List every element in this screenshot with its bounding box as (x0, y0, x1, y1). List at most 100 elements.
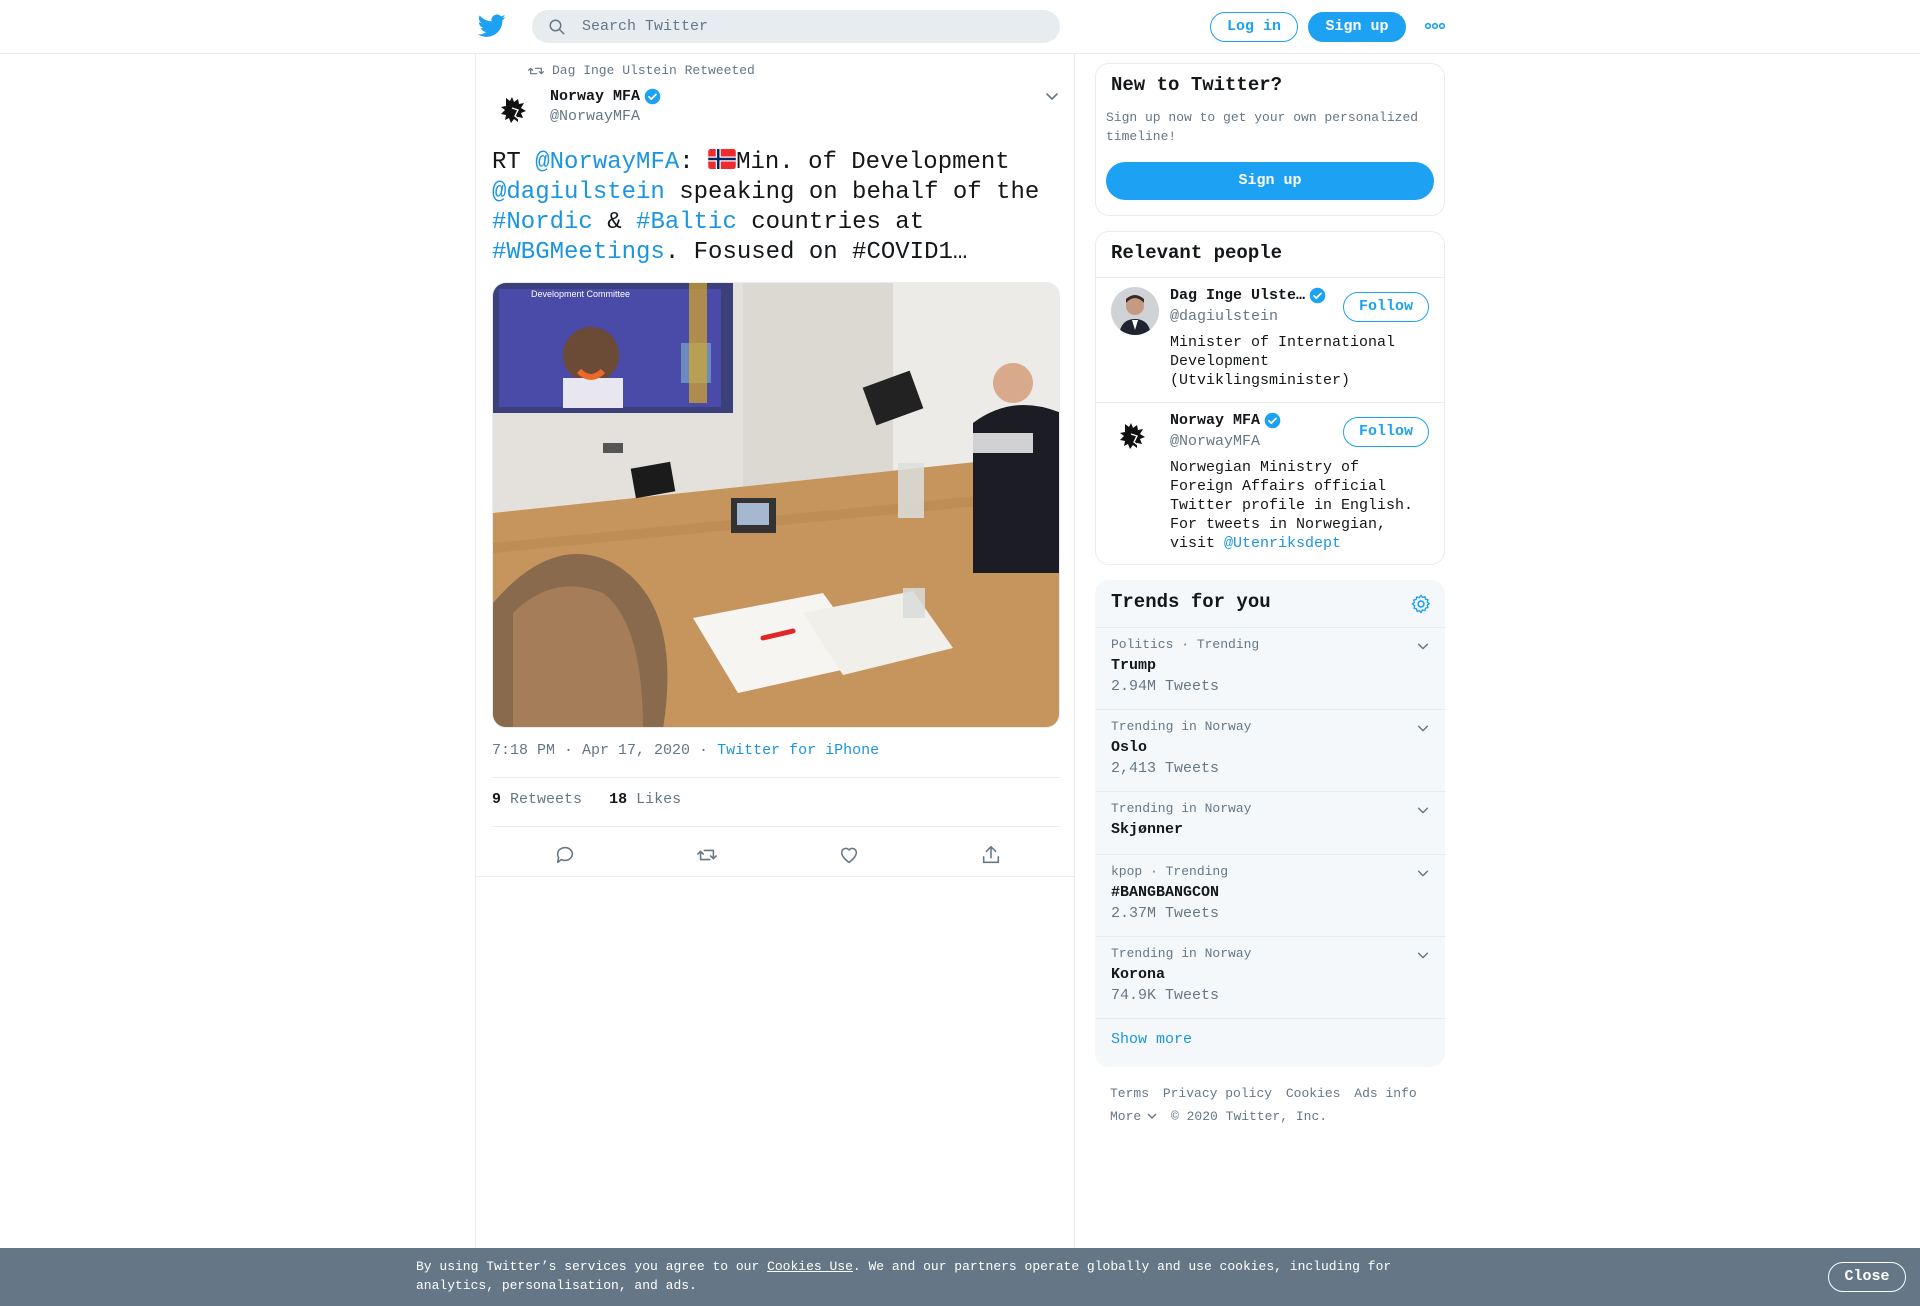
author-handle[interactable]: @NorwayMFA (550, 108, 640, 125)
avatar[interactable] (1111, 412, 1159, 460)
tweet-text-colon: : (679, 149, 709, 176)
tweet-text-rt: RT (492, 149, 536, 176)
tweet-text: RT @NorwayMFA: Min. of Development @dagi… (492, 148, 1062, 268)
tweet-source-link[interactable]: Twitter for iPhone (717, 742, 879, 759)
person-name[interactable]: Norway MFA (1170, 412, 1281, 429)
like-icon[interactable] (838, 844, 860, 866)
hashtag-link[interactable]: #WBGMeetings (492, 239, 665, 266)
hashtag-link[interactable]: #Baltic (636, 209, 737, 236)
likes-stat[interactable]: 18 Likes (609, 791, 681, 808)
chevron-down-icon[interactable] (1416, 948, 1430, 962)
tweet-timestamp[interactable]: 7:18 PM · Apr 17, 2020 (492, 742, 690, 759)
retweet-context: Dag Inge Ulstein Retweeted (528, 63, 755, 78)
follow-button[interactable]: Follow (1343, 292, 1429, 322)
trend-count: 74.9K Tweets (1111, 987, 1220, 1004)
login-button[interactable]: Log in (1210, 12, 1298, 42)
verified-icon (1264, 412, 1281, 429)
person-name-text: Dag Inge Ulste… (1170, 287, 1306, 304)
trend-name: Trump (1111, 657, 1157, 674)
person-name-text: Norway MFA (1170, 412, 1261, 429)
chevron-down-icon[interactable] (1416, 803, 1430, 817)
chevron-down-icon[interactable] (1416, 866, 1430, 880)
trend-name: Oslo (1111, 739, 1148, 756)
share-icon[interactable] (980, 844, 1002, 866)
mention-link[interactable]: @dagiulstein (492, 179, 665, 206)
twitter-bird-icon[interactable] (478, 14, 506, 38)
top-bar: Search Twitter Log in Sign up (0, 0, 1920, 54)
person-name[interactable]: Dag Inge Ulste… (1170, 287, 1326, 304)
close-button[interactable]: Close (1828, 1262, 1906, 1292)
trends-card: Trends for you Politics · Trending Trump… (1095, 580, 1446, 1067)
chevron-down-icon[interactable] (1044, 88, 1060, 104)
retweeted-by: Dag Inge Ulstein Retweeted (552, 63, 755, 78)
trend-count: 2,413 Tweets (1111, 760, 1220, 777)
new-to-twitter-title: New to Twitter? (1111, 74, 1283, 96)
follow-button[interactable]: Follow (1343, 417, 1429, 447)
person-card[interactable]: Dag Inge Ulste… @dagiulstein Minister of… (1096, 277, 1444, 402)
new-to-twitter-subtitle: Sign up now to get your own personalized… (1106, 110, 1419, 144)
divider (1096, 1018, 1446, 1019)
tweet-text-4: countries at (736, 209, 925, 236)
norway-mfa-avatar[interactable] (492, 86, 540, 134)
search-icon (549, 19, 565, 35)
divider (492, 826, 1060, 827)
cookie-text-before: By using Twitter’s services you agree to… (416, 1259, 768, 1274)
photo-overlay-text: Development Committee (531, 289, 630, 299)
person-card[interactable]: Norway MFA @NorwayMFA Norwegian Ministry… (1096, 402, 1444, 564)
footer-terms-link[interactable]: Terms (1110, 1086, 1149, 1101)
relevant-people-title: Relevant people (1111, 242, 1283, 264)
search-placeholder: Search Twitter (582, 18, 709, 35)
retweets-label: Retweets (510, 791, 583, 808)
retweet-icon[interactable] (696, 844, 718, 866)
likes-label: Likes (636, 791, 682, 808)
tweet-photo[interactable]: Development Committee (492, 282, 1060, 728)
chevron-down-icon (1147, 1113, 1157, 1119)
chevron-down-icon[interactable] (1416, 639, 1430, 653)
tweet-actions (492, 834, 1060, 874)
hashtag-link[interactable]: #Nordic (492, 209, 593, 236)
verified-icon (1309, 287, 1326, 304)
author-name[interactable]: Norway MFA (550, 88, 661, 105)
tweet-text-1: Min. of Development (736, 149, 1010, 176)
trend-name: Korona (1111, 966, 1166, 983)
person-handle[interactable]: @dagiulstein (1170, 308, 1278, 325)
mention-link[interactable]: @Utenriksdept (1224, 535, 1341, 552)
divider (492, 777, 1060, 778)
divider (476, 876, 1074, 877)
signup-button[interactable]: Sign up (1308, 12, 1406, 42)
tweet-stats: 9 Retweets 18 Likes (492, 791, 681, 808)
person-handle[interactable]: @NorwayMFA (1170, 433, 1260, 450)
footer-ads-link[interactable]: Ads info (1354, 1086, 1416, 1101)
footer-more-link[interactable]: More (1110, 1109, 1157, 1124)
trend-meta: Politics · Trending (1111, 637, 1260, 652)
trend-item[interactable]: Trending in Norway Korona 74.9K Tweets (1096, 936, 1446, 1018)
relevant-people-card: Relevant people Dag Inge Ulste… @dagiuls… (1095, 231, 1445, 565)
cookies-use-link[interactable]: Cookies Use (767, 1259, 853, 1274)
footer-cookies-link[interactable]: Cookies (1286, 1086, 1341, 1101)
trend-name: #BANGBANGCON (1111, 884, 1220, 901)
chevron-down-icon[interactable] (1416, 721, 1430, 735)
footer-privacy-link[interactable]: Privacy policy (1163, 1086, 1272, 1101)
reply-icon[interactable] (554, 844, 576, 866)
trend-count: 2.37M Tweets (1111, 905, 1220, 922)
cookie-banner: By using Twitter’s services you agree to… (0, 1248, 1920, 1306)
sidebar-signup-button[interactable]: Sign up (1106, 162, 1434, 200)
trend-item[interactable]: Trending in Norway Oslo 2,413 Tweets (1096, 709, 1446, 791)
more-dots-icon[interactable] (1424, 17, 1446, 35)
trend-item[interactable]: Trending in Norway Skjønner (1096, 791, 1446, 854)
trend-item[interactable]: kpop · Trending #BANGBANGCON 2.37M Tweet… (1096, 854, 1446, 936)
avatar[interactable] (1111, 287, 1159, 335)
gear-icon[interactable] (1410, 593, 1432, 615)
tweet-text-2: speaking on behalf of the (664, 179, 1040, 206)
person-bio: Minister of International Development (U… (1170, 334, 1396, 389)
trend-meta: Trending in Norway (1111, 801, 1252, 816)
tweet-text-3: & (592, 209, 637, 236)
mention-link[interactable]: @NorwayMFA (535, 149, 679, 176)
retweets-stat[interactable]: 9 Retweets (492, 791, 582, 808)
show-more-link[interactable]: Show more (1111, 1031, 1192, 1048)
trend-item[interactable]: Politics · Trending Trump 2.94M Tweets (1096, 627, 1446, 709)
likes-count: 18 (609, 791, 628, 808)
verified-icon (644, 88, 661, 105)
person-photo (1111, 287, 1159, 335)
search-input[interactable]: Search Twitter (532, 10, 1060, 43)
